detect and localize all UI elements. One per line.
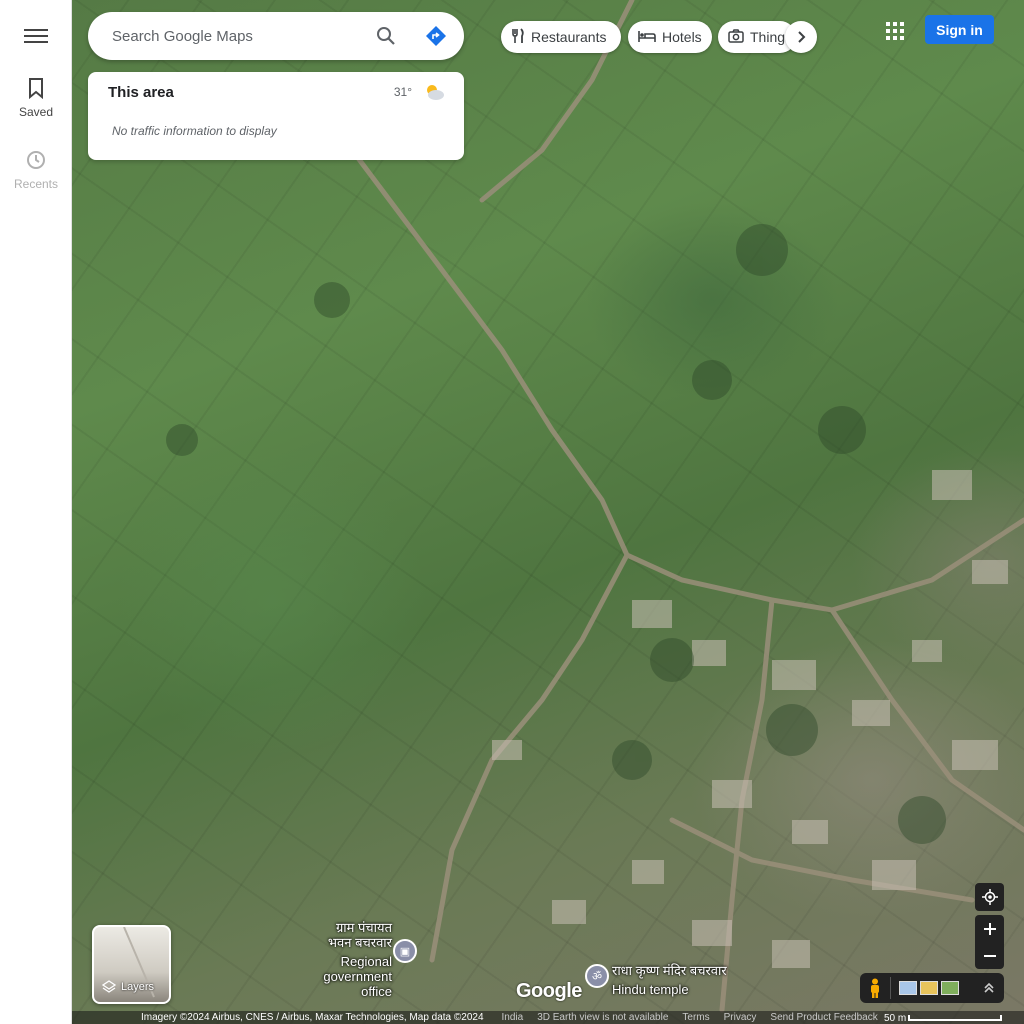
rail-saved-label: Saved [18,105,54,119]
place-category-line2: government office [323,969,392,999]
rail-item-recents[interactable]: Recents [0,149,72,191]
area-card: This area 31° No traffic information to … [88,72,464,160]
terms-link[interactable]: Terms [682,1012,709,1023]
privacy-link[interactable]: Privacy [724,1012,757,1023]
earth-notice: 3D Earth view is not available [537,1012,669,1023]
place-name-line2: भवन बचरवार [327,935,392,950]
chips-next-button[interactable] [785,21,817,53]
feedback-link[interactable]: Send Product Feedback [770,1012,877,1023]
zoom-in-button[interactable] [975,915,1004,942]
chevron-right-icon [798,31,806,43]
scale-bar [908,1015,1002,1021]
sign-in-button[interactable]: Sign in [925,15,994,44]
bookmark-icon [29,78,43,99]
rail-recents-label: Recents [13,177,59,191]
scale-label[interactable]: 50 m [884,1013,906,1024]
temple-category: Hindu temple [612,982,689,997]
imagery-attribution: Imagery ©2024 Airbus, CNES / Airbus, Max… [141,1012,484,1023]
globe-view-thumb[interactable] [899,981,917,995]
left-rail: Saved Recents [0,0,72,1024]
terrain-view-thumb[interactable] [920,981,938,995]
search-box [88,12,464,60]
search-icon[interactable] [374,24,398,48]
apps-grid-icon[interactable] [884,20,906,42]
place-label-temple[interactable]: राधा कृष्ण मंदिर बचरवार Hindu temple [612,963,727,997]
minus-icon [983,954,996,957]
partly-sunny-icon [422,82,446,107]
chip-hotels[interactable]: Hotels [628,21,712,53]
tray-divider [890,977,891,999]
government-office-icon[interactable]: ▣ [393,939,417,963]
plus-icon [983,922,996,935]
zoom-out-button[interactable] [975,942,1004,969]
layers-button[interactable]: Layers [92,925,171,1004]
layers-icon [102,980,116,993]
temperature: 31° [393,85,412,99]
temple-icon[interactable]: ॐ [585,964,609,988]
chip-hotels-label: Hotels [662,29,702,45]
search-input[interactable] [112,24,362,48]
google-logo: Google [516,980,582,1002]
map-tools-tray [860,973,1004,1003]
area-title: This area [108,84,174,101]
history-icon [27,151,45,169]
satellite-view-thumb[interactable] [941,981,959,995]
chip-restaurants-label: Restaurants [531,29,607,45]
my-location-icon [981,889,998,905]
menu-icon[interactable] [24,26,48,46]
my-location-button[interactable] [975,883,1004,911]
map-footer: Imagery ©2024 Airbus, CNES / Airbus, Max… [72,1011,1024,1024]
chip-restaurants[interactable]: Restaurants [501,21,621,53]
pegman-icon[interactable] [867,978,883,998]
fork-knife-icon [511,27,525,47]
place-name-line1: ग्राम पंचायत [335,920,392,935]
traffic-message: No traffic information to display [112,124,277,138]
country-link[interactable]: India [502,1012,524,1023]
temple-name: राधा कृष्ण मंदिर बचरवार [612,963,727,978]
layers-label: Layers [121,981,155,993]
camera-icon [728,28,744,46]
expand-up-icon[interactable] [982,981,996,995]
directions-icon[interactable] [424,24,448,48]
place-category-line1: Regional [340,954,392,969]
place-label-panchayat[interactable]: ग्राम पंचायत भवन बचरवार Regional governm… [300,920,392,999]
bed-icon [638,29,656,46]
rail-item-saved[interactable]: Saved [0,77,72,119]
